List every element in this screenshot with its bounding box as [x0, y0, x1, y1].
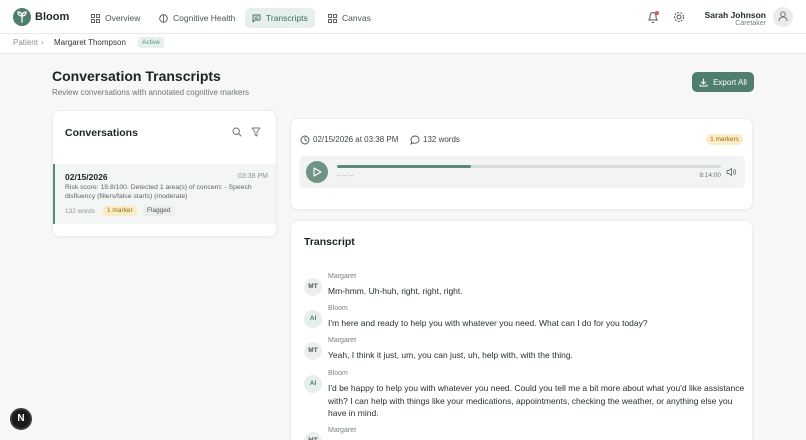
recording-word-count: 132 words	[423, 135, 460, 144]
audio-progress-fill	[337, 165, 472, 168]
filter-icon[interactable]	[251, 127, 261, 137]
brain-icon	[159, 13, 168, 23]
nav-item-canvas[interactable]: Canvas	[321, 8, 378, 28]
current-time: --:--:--	[337, 172, 354, 179]
breadcrumb-separator: ›	[41, 38, 44, 47]
nav-item-label: Canvas	[342, 13, 371, 23]
speaker-name: Margaret	[328, 273, 357, 280]
nav-item-cognitive-health[interactable]: Cognitive Health	[152, 8, 242, 28]
export-all-label: Export All	[713, 77, 747, 87]
grid-icon	[328, 13, 337, 23]
speaker-name: Bloom	[328, 370, 348, 377]
export-all-button[interactable]: Export All	[692, 72, 754, 92]
conversations-title: Conversations	[65, 127, 138, 139]
speaker-avatar: MT	[304, 342, 322, 360]
recording-datetime: 02/15/2026 at 03:38 PM	[313, 135, 399, 144]
message-circle-icon	[410, 135, 420, 145]
breadcrumb-current: Margaret Thompson	[54, 38, 126, 47]
speaker-name: Bloom	[328, 305, 348, 312]
brand-name[interactable]: Bloom	[35, 11, 69, 23]
speaker-name: Margaret	[328, 337, 357, 344]
transcript-panel: Transcript MT Margaret Mm-hmm. Uh-huh, r…	[290, 220, 753, 440]
conversation-date: 02/15/2026	[65, 172, 108, 182]
recording-panel: 02/15/2026 at 03:38 PM 132 words 1 marke…	[290, 118, 753, 210]
speaker-avatar: MT	[304, 278, 322, 296]
volume-icon[interactable]	[726, 167, 737, 177]
nav-item-label: Cognitive Health	[173, 13, 236, 23]
message-text: Mm-hmm. Uh-huh, right, right, right.	[328, 286, 463, 296]
dev-tools-button[interactable]: N	[10, 408, 32, 430]
bloom-logo-icon[interactable]	[13, 8, 31, 26]
message-text: Yeah, I think it just, um, you can just,…	[328, 350, 573, 360]
speaker-name: Margaret	[328, 427, 357, 434]
user-name[interactable]: Sarah Johnson	[705, 10, 766, 20]
notification-dot	[655, 11, 659, 15]
conversation-summary: Risk score: 19.8/100. Detected 1 area(s)…	[65, 184, 252, 200]
play-button[interactable]	[306, 161, 328, 183]
transcript-title: Transcript	[304, 236, 355, 248]
nav-item-label: Overview	[105, 13, 141, 23]
download-icon	[699, 78, 708, 86]
top-nav: Bloom Overview Cognitive Health Transcri…	[0, 0, 806, 34]
conversation-time: 03:38 PM	[238, 173, 268, 180]
breadcrumb-patient[interactable]: Patient	[13, 38, 38, 47]
conversations-panel: Conversations 02/15/2026 03:38 PM Risk s…	[52, 110, 277, 237]
conversation-word-count: 132 words	[65, 208, 95, 215]
nav-item-transcripts[interactable]: Transcripts	[245, 8, 315, 28]
marker-badge: 1 marker	[103, 206, 137, 216]
message-text: I'd be happy to help you with whatever y…	[328, 383, 745, 418]
grid-icon	[91, 13, 100, 23]
speaker-avatar: MT	[304, 432, 322, 440]
page-subtitle: Review conversations with annotated cogn…	[52, 88, 249, 97]
play-icon	[313, 167, 322, 177]
duration: 8:14:00	[699, 172, 721, 179]
user-role: Caretaker	[735, 20, 766, 27]
clock-icon	[300, 135, 310, 145]
gear-icon[interactable]	[673, 11, 685, 23]
conversation-list-item[interactable]: 02/15/2026 03:38 PM Risk score: 19.8/100…	[53, 164, 276, 224]
search-icon[interactable]	[232, 127, 242, 137]
status-badge: Active	[138, 37, 164, 48]
nav-item-overview[interactable]: Overview	[84, 8, 147, 28]
page-title: Conversation Transcripts	[52, 68, 221, 84]
message-square-icon	[252, 14, 261, 22]
breadcrumb: Patient › Margaret Thompson Active	[0, 34, 806, 54]
audio-progress-track[interactable]	[337, 165, 721, 168]
user-avatar[interactable]	[773, 7, 793, 27]
speaker-avatar: AI	[304, 375, 322, 393]
audio-player: --:--:-- 8:14:00	[299, 156, 745, 188]
speaker-avatar: AI	[304, 310, 322, 328]
markers-badge: 1 markers	[706, 134, 743, 145]
flagged-badge: Flagged	[143, 206, 175, 216]
nav-item-label: Transcripts	[266, 13, 308, 23]
message-text: I'm here and ready to help you with what…	[328, 318, 648, 328]
user-icon	[778, 11, 788, 22]
